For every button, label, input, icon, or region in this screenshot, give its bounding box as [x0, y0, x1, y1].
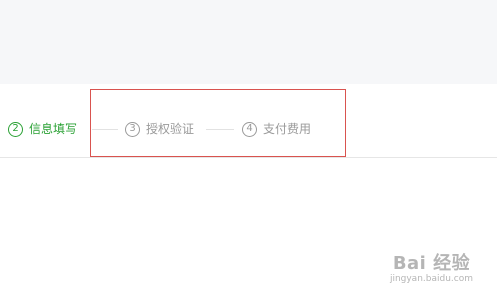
step-info-fill[interactable]: 2 信息填写 — [8, 120, 77, 138]
watermark-main-text: Bai 经验 — [392, 253, 471, 274]
step-label-info-fill: 信息填写 — [29, 122, 78, 136]
watermark-url: jingyan.baidu.com — [389, 274, 473, 284]
baidu-jingyan-watermark: Bai 经验 jingyan.baidu.com — [390, 255, 473, 284]
step-number-2: 2 — [8, 121, 23, 137]
red-highlight-box — [90, 89, 346, 157]
top-band — [0, 0, 497, 84]
